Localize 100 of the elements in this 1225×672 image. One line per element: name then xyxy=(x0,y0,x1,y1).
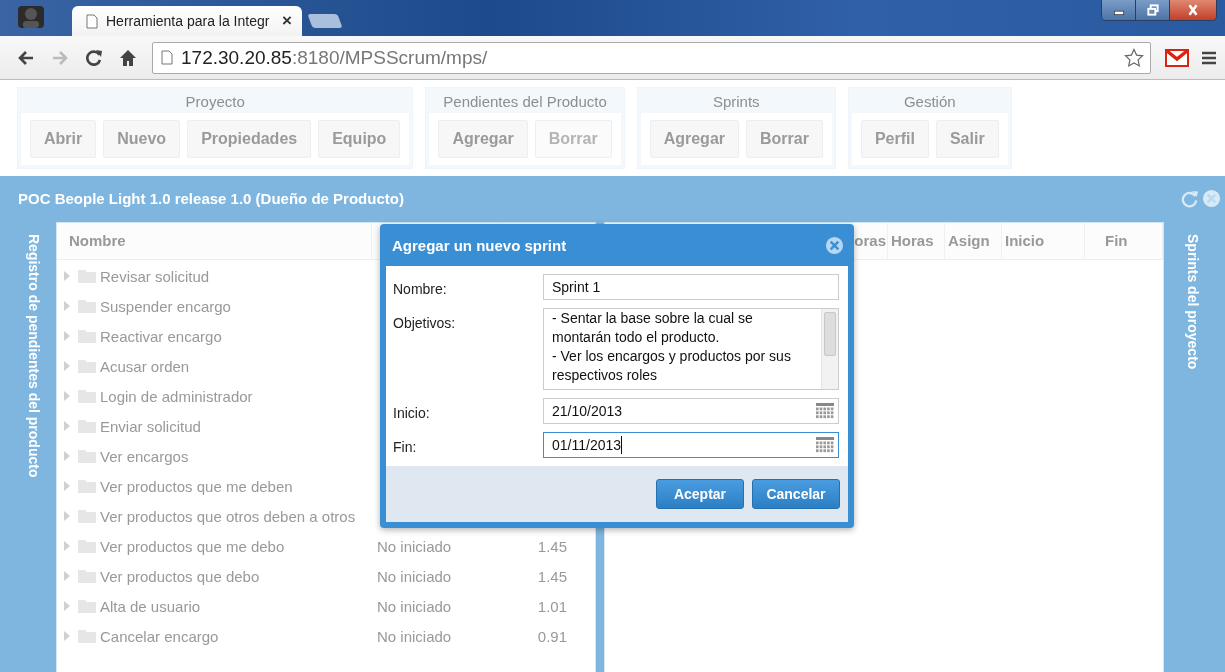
scrollbar-thumb[interactable] xyxy=(824,312,836,356)
close-icon[interactable] xyxy=(1202,188,1221,208)
row-name: Reactivar encargo xyxy=(100,327,222,345)
toolbar-button[interactable]: Equipo xyxy=(318,120,401,158)
estimate-value: 1.45 xyxy=(537,567,567,585)
mail-icon[interactable] xyxy=(1165,48,1189,67)
group-title: Proyecto xyxy=(184,92,246,112)
expand-arrow-icon[interactable] xyxy=(64,601,70,611)
restore-icon xyxy=(1145,4,1160,16)
toolbar-button[interactable]: Nuevo xyxy=(103,120,181,158)
folder-icon xyxy=(77,478,97,494)
expand-arrow-icon[interactable] xyxy=(64,331,70,341)
expand-arrow-icon[interactable] xyxy=(64,421,70,431)
estimate-value: 1.45 xyxy=(537,537,567,555)
restore-button[interactable] xyxy=(1136,0,1170,20)
address-bar[interactable]: 172.30.20.85:8180/MPSScrum/mps/ xyxy=(152,41,1151,74)
date-field[interactable]: 01/11/2013 xyxy=(543,432,839,458)
folder-icon xyxy=(77,568,97,584)
row-name: Login de administrador xyxy=(100,387,253,405)
close-icon[interactable] xyxy=(825,235,844,255)
refresh-icon[interactable] xyxy=(1180,188,1199,208)
group-title: Pendientes del Producto xyxy=(442,92,608,112)
toolbar-button[interactable]: Perfil xyxy=(860,120,929,158)
new-tab-button[interactable] xyxy=(307,14,343,28)
close-button[interactable] xyxy=(1170,0,1216,20)
row-name: Suspender encargo xyxy=(100,297,231,315)
group-title: Sprints xyxy=(711,92,761,112)
calendar-icon[interactable] xyxy=(816,403,834,419)
column-header[interactable]: Horas xyxy=(888,223,945,259)
folder-icon xyxy=(77,298,97,314)
toolbar-button[interactable]: Abrir xyxy=(30,120,97,158)
dialog-title: Agregar un nuevo sprint xyxy=(392,236,568,254)
column-header[interactable]: Asign xyxy=(945,223,1002,259)
toolbar-button[interactable]: Agregar xyxy=(438,120,528,158)
tab-close-button[interactable]: × xyxy=(282,11,292,31)
folder-icon xyxy=(77,418,97,434)
scrollbar[interactable] xyxy=(821,309,838,389)
expand-arrow-icon[interactable] xyxy=(64,301,70,311)
text-field[interactable]: Sprint 1 xyxy=(543,274,839,300)
estimate-value: 0.91 xyxy=(537,627,567,645)
date-field[interactable]: 21/10/2013 xyxy=(543,398,839,424)
dialog-button[interactable]: Cancelar xyxy=(752,479,840,509)
row-name: Acusar orden xyxy=(100,357,190,375)
row-name: Cancelar encargo xyxy=(100,627,219,645)
folder-icon xyxy=(77,448,97,464)
folder-icon xyxy=(77,328,97,344)
close-icon xyxy=(1186,4,1200,16)
expand-arrow-icon[interactable] xyxy=(64,481,70,491)
status-text: No iniciado xyxy=(377,627,452,645)
expand-arrow-icon[interactable] xyxy=(64,361,70,371)
url-path: :8180/MPSScrum/mps/ xyxy=(291,46,488,68)
row-name: Ver encargos xyxy=(100,447,189,465)
dialog-button[interactable]: Aceptar xyxy=(656,479,744,509)
folder-icon xyxy=(77,388,97,404)
folder-icon xyxy=(77,268,97,284)
menu-icon[interactable] xyxy=(1201,49,1217,66)
field-value: 01/11/2013 xyxy=(552,437,622,453)
sidebar-title: Registro de pendientes del producto xyxy=(26,234,42,478)
toolbar-button[interactable]: Agregar xyxy=(649,120,739,158)
expand-arrow-icon[interactable] xyxy=(64,451,70,461)
home-icon[interactable] xyxy=(118,47,138,68)
expand-arrow-icon[interactable] xyxy=(64,511,70,521)
field-label: Fin: xyxy=(393,438,418,457)
row-name: Ver productos que debo xyxy=(100,567,260,585)
row-name: Ver productos que me debo xyxy=(100,537,285,555)
expand-arrow-icon[interactable] xyxy=(64,391,70,401)
column-header[interactable]: Fin xyxy=(1085,223,1163,259)
minimize-button[interactable] xyxy=(1102,0,1136,20)
column-header[interactable]: Nombre xyxy=(57,223,372,259)
tab-title: Herramienta para la Integr xyxy=(106,13,271,29)
collapsed-sidebar[interactable]: Registro de pendientes del producto xyxy=(12,220,56,672)
field-value: - Sentar la base sobre la cual se montarán todo el producto. - Ver los encargos y productos por sus respectivos roles xyxy=(552,309,792,385)
calendar-icon[interactable] xyxy=(816,437,834,453)
collapsed-sidebar[interactable]: Sprints del proyecto xyxy=(1164,220,1221,672)
toolbar-button[interactable]: Salir xyxy=(935,120,999,158)
page-icon xyxy=(86,13,98,29)
folder-icon xyxy=(77,598,97,614)
browser-tab[interactable]: Herramienta para la Integr × xyxy=(72,6,302,36)
field-label: Inicio: xyxy=(393,404,431,423)
expand-arrow-icon[interactable] xyxy=(64,271,70,281)
row-name: Alta de usuario xyxy=(100,597,201,615)
expand-arrow-icon[interactable] xyxy=(64,571,70,581)
toolbar-button[interactable]: Borrar xyxy=(746,120,823,158)
url-host: 172.30.20.85 xyxy=(181,46,292,68)
profile-icon[interactable] xyxy=(16,4,46,30)
star-icon[interactable] xyxy=(1124,47,1144,68)
textarea-field[interactable]: - Sentar la base sobre la cual se montarán todo el producto. - Ver los encargos y productos por sus respectivos roles xyxy=(543,308,839,390)
reload-icon[interactable] xyxy=(84,47,104,68)
row-name: Ver productos que otros deben a otros xyxy=(100,507,356,525)
column-header[interactable]: Inicio xyxy=(1002,223,1085,259)
page-icon xyxy=(161,50,173,65)
toolbar-button[interactable]: Propiedades xyxy=(187,120,312,158)
group-title: Gestión xyxy=(902,92,957,112)
field-label: Nombre: xyxy=(393,280,448,299)
folder-icon xyxy=(77,358,97,374)
panel-title: POC Beople Light 1.0 release 1.0 (Dueño de Producto) xyxy=(18,189,404,207)
status-text: No iniciado xyxy=(377,597,452,615)
folder-icon xyxy=(77,538,97,554)
expand-arrow-icon[interactable] xyxy=(64,541,70,551)
expand-arrow-icon[interactable] xyxy=(64,631,70,641)
